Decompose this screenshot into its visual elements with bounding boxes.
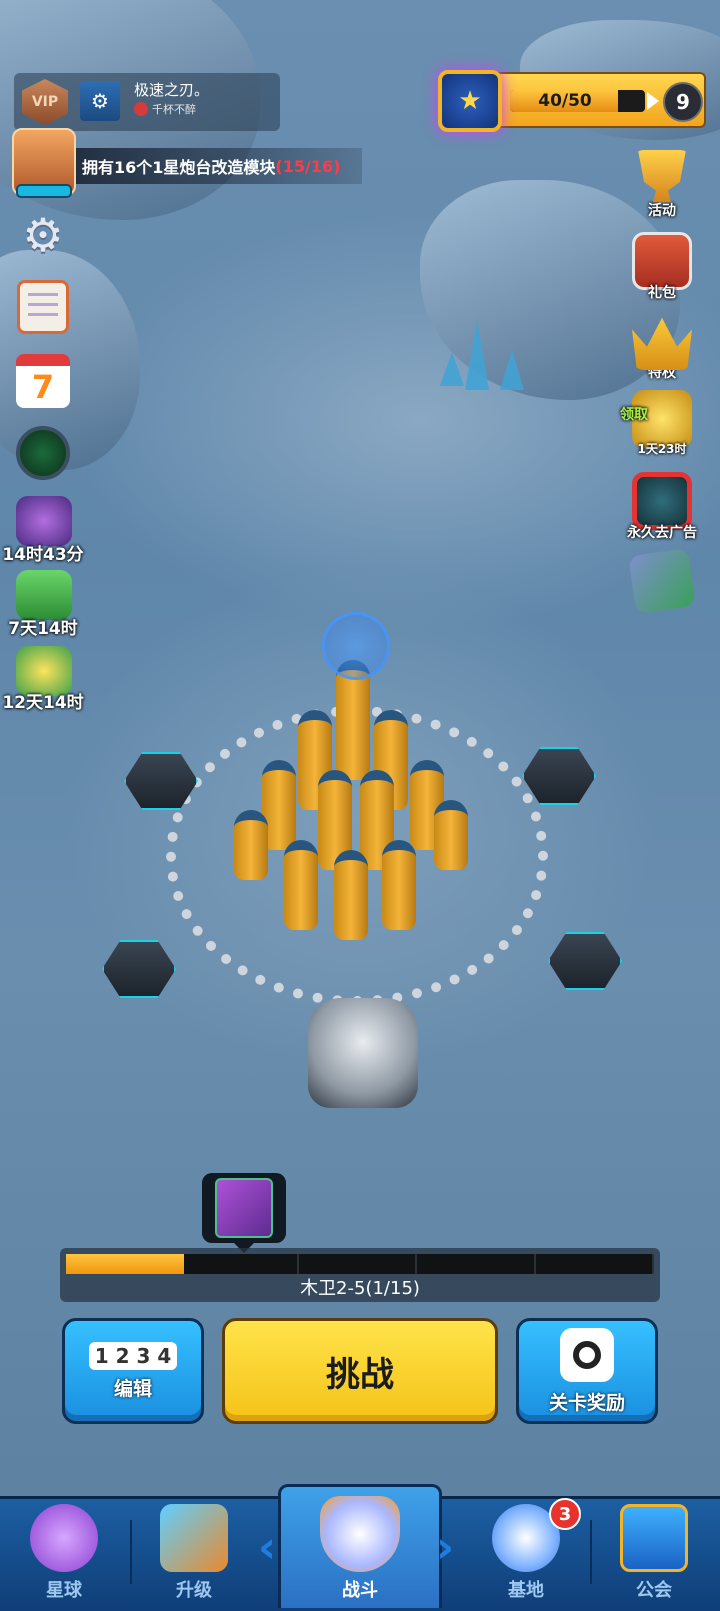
- exp-text: 40/50: [538, 91, 592, 111]
- guild-emblem-icon: [134, 102, 148, 116]
- nav-divider: [590, 1520, 592, 1584]
- player-card[interactable]: VIP ⚙ 极速之刃。 千杯不醉: [14, 73, 280, 131]
- module-card-icon: [215, 1178, 273, 1238]
- gear-icon: ⚙: [22, 208, 64, 262]
- player-level: 9: [663, 82, 703, 122]
- tower-pillar: [284, 840, 318, 930]
- challenge-button[interactable]: 挑战: [222, 1318, 498, 1424]
- guild-banner-icon: [620, 1504, 688, 1572]
- tasks-button[interactable]: [14, 278, 72, 336]
- enemy-tower-cluster[interactable]: [234, 660, 474, 940]
- challenge-label: 挑战: [326, 1354, 394, 1395]
- main-cannon-turret[interactable]: [322, 612, 390, 680]
- avatar-energy-bar: [16, 184, 72, 198]
- rank-star-icon: ★: [438, 70, 502, 132]
- event-timer-2: 7天14时: [8, 619, 78, 639]
- weapon-icon: ⚙: [80, 81, 120, 121]
- chevron-right-icon[interactable]: ›: [436, 1522, 454, 1573]
- tower-pillar: [382, 840, 416, 930]
- stage-label: 木卫2-5(1/15): [300, 1278, 420, 1299]
- radar-icon: [16, 426, 70, 480]
- ice-crystal: [440, 352, 464, 386]
- stage-segment: [184, 1254, 299, 1274]
- daily-calendar-button[interactable]: 7: [14, 352, 72, 410]
- tower-pillar: [434, 800, 468, 870]
- turret-pad[interactable]: [522, 747, 596, 805]
- calendar-icon: 7: [16, 354, 70, 408]
- cash-pack-icon[interactable]: [16, 570, 72, 620]
- stage-rewards-button[interactable]: 关卡奖励: [516, 1318, 658, 1424]
- settings-button[interactable]: ⚙: [14, 206, 72, 264]
- event-timer-1: 14时43分: [2, 545, 84, 565]
- claim-coins-button[interactable]: 领取 1天23时: [620, 390, 704, 457]
- nav-planet[interactable]: 星球: [4, 1496, 124, 1608]
- chevron-left-icon[interactable]: ‹: [258, 1522, 276, 1573]
- quest-banner[interactable]: 拥有16个1星炮台改造模块 (15/16): [72, 148, 362, 184]
- quest-progress: (15/16): [275, 156, 341, 176]
- turret-pad[interactable]: [102, 940, 176, 998]
- event-timer-3: 12天14时: [2, 693, 84, 713]
- cards-button[interactable]: [620, 548, 704, 614]
- planet-icon: [30, 1504, 98, 1572]
- arrow-right-icon: [647, 92, 659, 110]
- player-name: 极速之刃。: [134, 81, 210, 99]
- tower-pillar: [234, 810, 268, 880]
- vip-badge[interactable]: VIP: [22, 79, 68, 125]
- tools-icon: [160, 1504, 228, 1572]
- turret-pad[interactable]: [548, 932, 622, 990]
- crown-icon: [632, 317, 692, 370]
- privilege-button[interactable]: 特权: [620, 312, 704, 382]
- stage-segment: [421, 1254, 536, 1274]
- nav-guild-label: 公会: [636, 1580, 672, 1601]
- events-button[interactable]: 活动: [620, 150, 704, 220]
- stage-segment: [539, 1254, 655, 1274]
- stage-progress-fill: [66, 1254, 184, 1274]
- noads-label: 永久去广告: [627, 525, 697, 541]
- guild-name: 千杯不醉: [152, 103, 196, 116]
- events-label: 活动: [648, 203, 676, 219]
- gift-label: 礼包: [648, 285, 676, 301]
- stage-reward-bubble[interactable]: [202, 1173, 286, 1253]
- stage-segment: [302, 1254, 418, 1274]
- ice-crystal: [465, 320, 489, 390]
- claim-timer: 1天23时: [637, 442, 687, 456]
- nav-divider: [130, 1520, 132, 1584]
- hex-slots-icon: 1 2 3 4: [88, 1341, 178, 1370]
- tower-pillar: [334, 850, 368, 940]
- quest-text: 拥有16个1星炮台改造模块: [82, 158, 276, 177]
- rewards-label: 关卡奖励: [548, 1391, 625, 1414]
- base-notification-badge: 3: [549, 1498, 581, 1530]
- nav-upgrade[interactable]: 升级: [134, 1496, 254, 1608]
- remove-ads-button[interactable]: 永久去广告: [620, 472, 704, 542]
- nav-guild[interactable]: 公会: [594, 1496, 714, 1608]
- nav-base-label: 基地: [508, 1580, 544, 1601]
- nav-planet-label: 星球: [46, 1580, 82, 1601]
- nav-battle-label: 战斗: [342, 1580, 378, 1601]
- edit-formation-button[interactable]: 1 2 3 4 编辑: [62, 1318, 204, 1424]
- shield-icon: [320, 1496, 400, 1572]
- camera-lens-icon: [560, 1327, 614, 1382]
- edit-label: 编辑: [113, 1377, 152, 1400]
- gift-pack-button[interactable]: 礼包: [620, 232, 704, 302]
- player-mech: [308, 998, 418, 1108]
- clipboard-icon: [17, 280, 69, 334]
- nav-upgrade-label: 升级: [176, 1580, 212, 1601]
- monster-event-icon[interactable]: [16, 496, 72, 546]
- ice-crystal: [500, 350, 524, 390]
- hero-cards-icon: [628, 548, 696, 614]
- guild-row: 千杯不醉: [134, 101, 196, 117]
- nav-battle[interactable]: 战斗: [300, 1496, 420, 1608]
- radar-button[interactable]: [14, 424, 72, 482]
- claim-label: 领取: [620, 407, 648, 423]
